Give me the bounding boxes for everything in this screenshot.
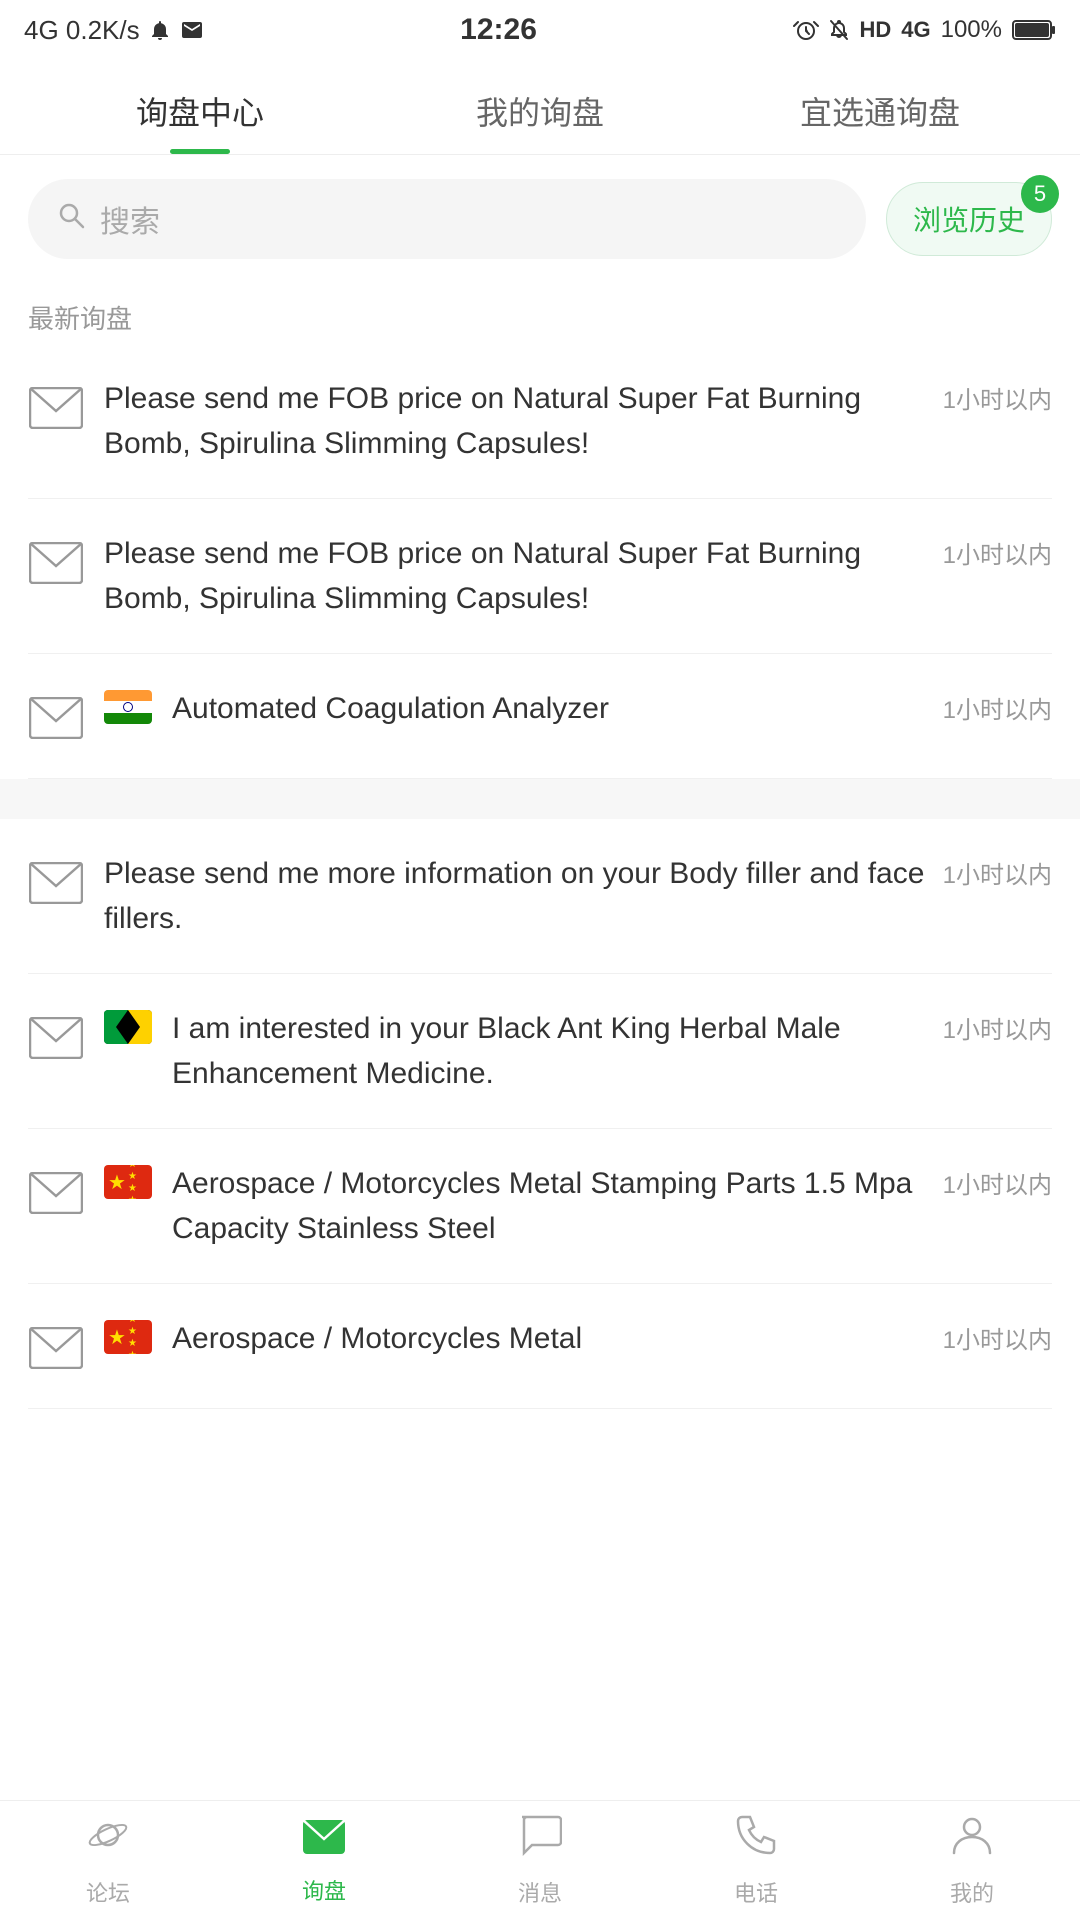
nav-inquiry-label: 询盘 [302, 1874, 346, 1906]
inquiry-text: Aerospace / Motorcycles Metal [172, 1316, 931, 1361]
inquiry-time: 1小时以内 [943, 1165, 1052, 1200]
inquiry-header: I am interested in your Black Ant King H… [172, 1006, 1052, 1096]
flag-jamaica [104, 1010, 152, 1044]
inquiry-time: 1小时以内 [943, 535, 1052, 570]
inquiry-item[interactable]: ★ ★★★★ Aerospace / Motorcycles Metal Sta… [28, 1129, 1052, 1284]
inquiry-content: Aerospace / Motorcycles Metal 1小时以内 [172, 1316, 1052, 1361]
inquiry-time: 1小时以内 [943, 380, 1052, 415]
signal-text: 4G 0.2K/s [24, 15, 140, 46]
hd-badge: HD [859, 17, 891, 43]
nav-message[interactable]: 消息 [432, 1803, 648, 1918]
nav-forum-label: 论坛 [86, 1876, 130, 1908]
mail-icon-wrap [28, 1165, 84, 1221]
inquiry-time: 1小时以内 [943, 1010, 1052, 1045]
mail-icon [29, 542, 83, 584]
status-bar: 4G 0.2K/s 12:26 HD 4G 100% [0, 0, 1080, 60]
search-icon [56, 200, 86, 238]
inquiry-item[interactable]: Please send me more information on your … [28, 819, 1052, 974]
section-label-latest: 最新询盘 [0, 283, 1080, 344]
inquiry-item[interactable]: I am interested in your Black Ant King H… [28, 974, 1052, 1129]
inquiry-content: Aerospace / Motorcycles Metal Stamping P… [172, 1161, 1052, 1251]
nav-message-label: 消息 [518, 1876, 562, 1908]
search-area: 搜索 浏览历史 5 [0, 155, 1080, 283]
mail-icon-wrap [28, 690, 84, 746]
search-placeholder: 搜索 [100, 197, 160, 241]
tab-bar: 询盘中心 我的询盘 宜选通询盘 [0, 60, 1080, 155]
mail-icon [29, 1017, 83, 1059]
inquiry-item[interactable]: ★ ★★★★ Aerospace / Motorcycles Metal 1小时… [28, 1284, 1052, 1409]
mail-icon [29, 1327, 83, 1369]
nav-mine[interactable]: 我的 [864, 1803, 1080, 1918]
status-left: 4G 0.2K/s [24, 15, 204, 46]
inquiry-header: Please send me FOB price on Natural Supe… [104, 376, 1052, 466]
status-time: 12:26 [460, 13, 537, 47]
inquiry-text: Please send me more information on your … [104, 851, 931, 941]
inquiry-content: I am interested in your Black Ant King H… [172, 1006, 1052, 1096]
spacer [0, 779, 1080, 819]
nav-forum[interactable]: 论坛 [0, 1803, 216, 1918]
nav-phone[interactable]: 电话 [648, 1803, 864, 1918]
nav-mine-label: 我的 [950, 1876, 994, 1908]
person-icon [950, 1813, 994, 1868]
phone-icon [734, 1813, 778, 1868]
chat-icon [518, 1813, 562, 1868]
mail-active-icon [302, 1816, 346, 1866]
mail-icon-wrap [28, 1320, 84, 1376]
mail-icon-wrap [28, 1010, 84, 1066]
tab-preferred-inquiry[interactable]: 宜选通询盘 [710, 60, 1050, 154]
inquiry-header: Aerospace / Motorcycles Metal Stamping P… [172, 1161, 1052, 1251]
inquiry-item[interactable]: Please send me FOB price on Natural Supe… [28, 344, 1052, 499]
nav-phone-label: 电话 [734, 1876, 778, 1908]
inquiry-time: 1小时以内 [943, 1320, 1052, 1355]
inquiry-header: Automated Coagulation Analyzer 1小时以内 [172, 686, 1052, 731]
inquiry-text: Aerospace / Motorcycles Metal Stamping P… [172, 1161, 931, 1251]
battery-text: 100% [941, 16, 1002, 44]
alarm-icon [793, 19, 819, 41]
mail-icon [29, 387, 83, 429]
tab-my-inquiry[interactable]: 我的询盘 [370, 60, 710, 154]
mail-icon [29, 697, 83, 739]
inquiry-content: Please send me FOB price on Natural Supe… [104, 376, 1052, 466]
flag-india [104, 690, 152, 724]
inquiry-header: Please send me FOB price on Natural Supe… [104, 531, 1052, 621]
mail-icon-wrap [28, 380, 84, 436]
mail-icon-wrap [28, 855, 84, 911]
mute-icon [829, 19, 849, 41]
browse-history-badge: 5 [1021, 175, 1059, 213]
flag-china-2: ★ ★★★★ [104, 1320, 152, 1354]
browse-history-button[interactable]: 浏览历史 5 [886, 182, 1052, 256]
inquiry-list: Please send me FOB price on Natural Supe… [0, 344, 1080, 779]
mail-icon-wrap [28, 535, 84, 591]
notification-icon [148, 18, 172, 42]
inquiry-header: Aerospace / Motorcycles Metal 1小时以内 [172, 1316, 1052, 1361]
tab-inquiry-center[interactable]: 询盘中心 [30, 60, 370, 154]
bottom-nav: 论坛 询盘 消息 电话 [0, 1800, 1080, 1920]
status-right: HD 4G 100% [793, 16, 1056, 44]
battery-icon [1012, 19, 1056, 41]
nav-inquiry[interactable]: 询盘 [216, 1806, 432, 1916]
inquiry-header: Please send me more information on your … [104, 851, 1052, 941]
email-icon [180, 18, 204, 42]
network-4g: 4G [901, 17, 930, 43]
inquiry-content: Please send me more information on your … [104, 851, 1052, 941]
inquiry-text: I am interested in your Black Ant King H… [172, 1006, 931, 1096]
inquiry-item[interactable]: Please send me FOB price on Natural Supe… [28, 499, 1052, 654]
flag-china: ★ ★★★★ [104, 1165, 152, 1199]
inquiry-time: 1小时以内 [943, 855, 1052, 890]
inquiry-item[interactable]: Automated Coagulation Analyzer 1小时以内 [28, 654, 1052, 779]
inquiry-time: 1小时以内 [943, 690, 1052, 725]
mail-icon [29, 1172, 83, 1214]
inquiry-text: Automated Coagulation Analyzer [172, 686, 931, 731]
inquiry-text: Please send me FOB price on Natural Supe… [104, 531, 931, 621]
inquiry-list-2: Please send me more information on your … [0, 819, 1080, 1409]
inquiry-content: Automated Coagulation Analyzer 1小时以内 [172, 686, 1052, 731]
inquiry-content: Please send me FOB price on Natural Supe… [104, 531, 1052, 621]
mail-icon [29, 862, 83, 904]
inquiry-text: Please send me FOB price on Natural Supe… [104, 376, 931, 466]
search-box[interactable]: 搜索 [28, 179, 866, 259]
planet-icon [86, 1813, 130, 1868]
